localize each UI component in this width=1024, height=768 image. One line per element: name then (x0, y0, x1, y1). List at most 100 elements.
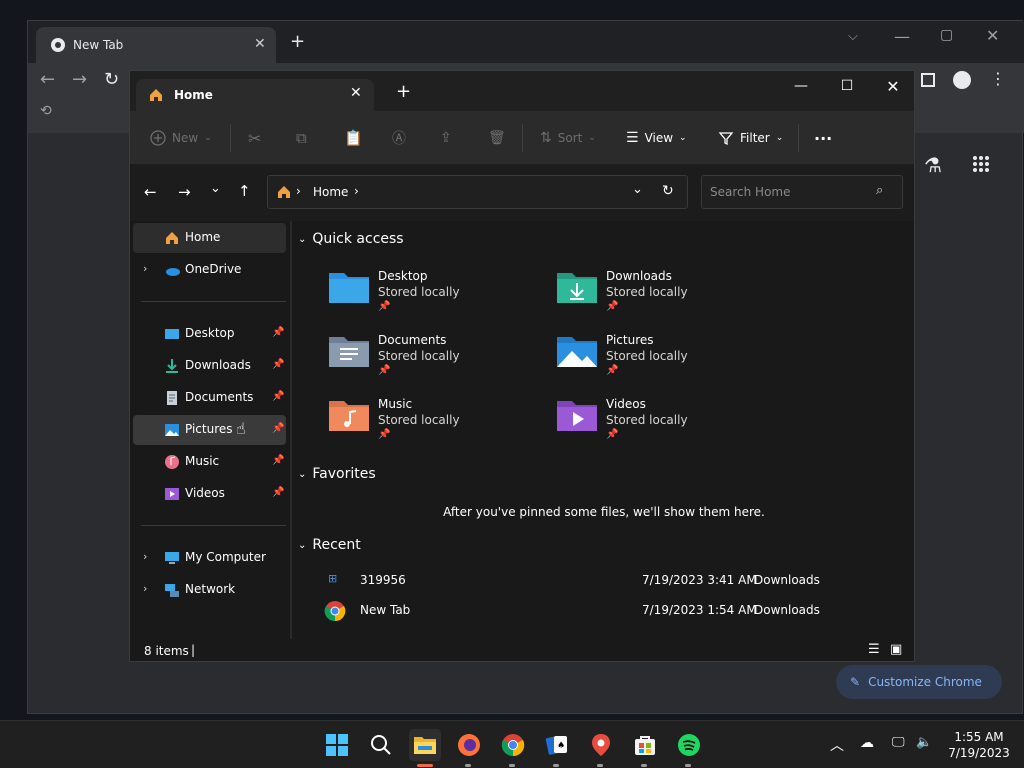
sort-button[interactable]: ⇅ Sort ⌄ (540, 111, 596, 165)
quick-access-pictures[interactable]: Pictures Stored locally 📌 (556, 329, 766, 385)
sidebar-item-music[interactable]: Music 📌 (133, 447, 286, 477)
tiles-view-icon[interactable]: ▣ (890, 642, 902, 657)
tray-overflow-chevron-icon[interactable]: ︿ (830, 735, 844, 755)
explorer-close-button[interactable]: ✕ (870, 71, 916, 101)
pin-icon[interactable]: 📌 (272, 327, 284, 339)
sidebar-item-home[interactable]: Home (133, 223, 286, 253)
quick-access-documents[interactable]: Documents Stored locally 📌 (328, 329, 538, 385)
address-dropdown-icon[interactable]: ⌄ (632, 182, 643, 197)
new-button[interactable]: New ⌄ (150, 111, 212, 165)
explorer-titlebar: Home ✕ + — ☐ ✕ (130, 71, 914, 111)
sidebar-item-onedrive[interactable]: › OneDrive (133, 255, 286, 285)
sidebar-item-downloads[interactable]: Downloads 📌 (133, 351, 286, 381)
chrome-new-tab-icon[interactable]: + (290, 31, 305, 52)
chrome-tab-search-icon[interactable]: ⌵ (848, 29, 858, 44)
chrome-forward-icon[interactable]: → (72, 69, 87, 90)
taskbar-maps[interactable] (585, 729, 617, 767)
desktop: New Tab ✕ + ⌵ — ▢ ✕ ← → ↻ ⟲ ⋮ ⚗ ✎ Custom… (0, 0, 1024, 768)
taskbar-solitaire[interactable]: ♠ (541, 729, 573, 767)
pin-icon[interactable]: 📌 (272, 423, 284, 435)
chrome-tab[interactable]: New Tab ✕ (36, 27, 276, 63)
pin-icon[interactable]: 📌 (272, 455, 284, 467)
chrome-profile-icon[interactable] (953, 71, 971, 89)
view-button[interactable]: ☰ View ⌄ (626, 111, 687, 165)
file-explorer-icon (414, 737, 436, 754)
store-icon (635, 736, 655, 755)
taskbar-chrome[interactable] (497, 729, 529, 767)
chrome-history-icon[interactable]: ⟲ (40, 103, 52, 119)
quick-access-music[interactable]: Music Stored locally 📌 (328, 393, 538, 449)
start-button[interactable] (321, 729, 353, 761)
favorites-header[interactable]: ⌄ Favorites (298, 466, 376, 482)
recent-file-row[interactable]: ⊞ 319956 7/19/2023 3:41 AM Downloads (316, 569, 916, 593)
back-icon[interactable]: ← (144, 183, 157, 201)
search-button[interactable] (365, 729, 397, 761)
search-input[interactable]: Search Home ⌕ (701, 175, 903, 209)
delete-button[interactable]: 🗑 (488, 111, 506, 165)
explorer-tab-home[interactable]: Home ✕ (136, 79, 374, 111)
share-button[interactable]: ⇪ (440, 111, 452, 165)
chrome-reload-icon[interactable]: ↻ (104, 69, 119, 90)
forward-icon[interactable]: → (178, 183, 191, 201)
more-options-button[interactable]: ··· (814, 111, 832, 165)
copy-button[interactable]: ⧉ (296, 111, 307, 165)
chrome-close-icon[interactable]: ✕ (986, 26, 999, 45)
sidebar-item-network[interactable]: › Network (133, 575, 286, 605)
breadcrumb-home[interactable]: Home (313, 185, 348, 199)
refresh-icon[interactable]: ↻ (662, 183, 674, 199)
sidebar-item-videos[interactable]: Videos 📌 (133, 479, 286, 509)
recent-file-row[interactable]: New Tab 7/19/2023 1:54 AM Downloads (316, 599, 916, 623)
onedrive-offline-icon[interactable]: ☁ (860, 735, 874, 751)
taskbar-store[interactable] (629, 729, 661, 767)
recent-file-location: Downloads (754, 573, 820, 587)
quick-access-videos[interactable]: Videos Stored locally 📌 (556, 393, 766, 449)
breadcrumb-separator-icon: › (354, 184, 359, 198)
filter-button[interactable]: Filter ⌄ (718, 111, 783, 165)
chrome-maximize-icon[interactable]: ▢ (940, 27, 953, 43)
taskbar-file-explorer[interactable] (409, 729, 441, 767)
explorer-new-tab-icon[interactable]: + (396, 81, 411, 102)
pin-icon[interactable]: 📌 (272, 487, 284, 499)
chrome-menu-icon[interactable]: ⋮ (990, 69, 1006, 88)
running-indicator (465, 764, 471, 767)
paste-button[interactable]: 📋 (344, 111, 363, 165)
sidebar-item-desktop[interactable]: Desktop 📌 (133, 319, 286, 349)
sidebar-item-my-computer[interactable]: › My Computer (133, 543, 286, 573)
pin-icon[interactable]: 📌 (272, 359, 284, 371)
sort-icon: ⇅ (540, 130, 552, 146)
chrome-tab-close-icon[interactable]: ✕ (254, 36, 266, 52)
chevron-right-icon[interactable]: › (143, 550, 147, 563)
chrome-sidepanel-icon[interactable] (921, 73, 935, 87)
map-pin-icon (592, 734, 610, 756)
up-icon[interactable]: ↑ (238, 182, 251, 200)
quick-access-desktop[interactable]: Desktop Stored locally 📌 (328, 265, 538, 321)
pin-icon[interactable]: 📌 (272, 391, 284, 403)
taskbar-spotify[interactable] (673, 729, 705, 767)
quick-access-downloads[interactable]: Downloads Stored locally 📌 (556, 265, 766, 321)
chrome-apps-icon[interactable] (972, 155, 990, 177)
rename-button[interactable]: Ⓐ (392, 111, 406, 165)
taskbar-clock[interactable]: 1:55 AM 7/19/2023 (944, 729, 1014, 761)
status-divider: | (191, 643, 196, 657)
volume-icon[interactable]: 🔈 (916, 735, 932, 750)
chrome-back-icon[interactable]: ← (40, 69, 55, 90)
quick-access-header[interactable]: ⌄ Quick access (298, 231, 404, 247)
chevron-right-icon[interactable]: › (143, 582, 147, 595)
videos-folder-icon (164, 486, 180, 502)
sidebar-item-documents[interactable]: Documents 📌 (133, 383, 286, 413)
network-status-icon[interactable]: 🖵 (892, 735, 905, 750)
explorer-minimize-button[interactable]: — (778, 71, 824, 101)
sidebar-item-pictures[interactable]: Pictures 📌 (133, 415, 286, 445)
recent-locations-chevron-icon[interactable]: ⌄ (210, 181, 221, 196)
cut-button[interactable]: ✂ (248, 111, 261, 165)
address-bar[interactable]: › Home › ⌄ ↻ (267, 175, 688, 209)
chevron-right-icon[interactable]: › (143, 262, 147, 275)
chrome-labs-icon[interactable]: ⚗ (924, 153, 942, 177)
recent-header[interactable]: ⌄ Recent (298, 537, 361, 553)
explorer-tab-close-icon[interactable]: ✕ (350, 85, 362, 101)
taskbar-firefox[interactable] (453, 729, 485, 767)
explorer-maximize-button[interactable]: ☐ (824, 71, 870, 101)
chrome-minimize-icon[interactable]: — (894, 27, 910, 46)
details-view-icon[interactable]: ☰ (868, 642, 880, 657)
customize-chrome-button[interactable]: ✎ Customize Chrome (836, 665, 1002, 699)
